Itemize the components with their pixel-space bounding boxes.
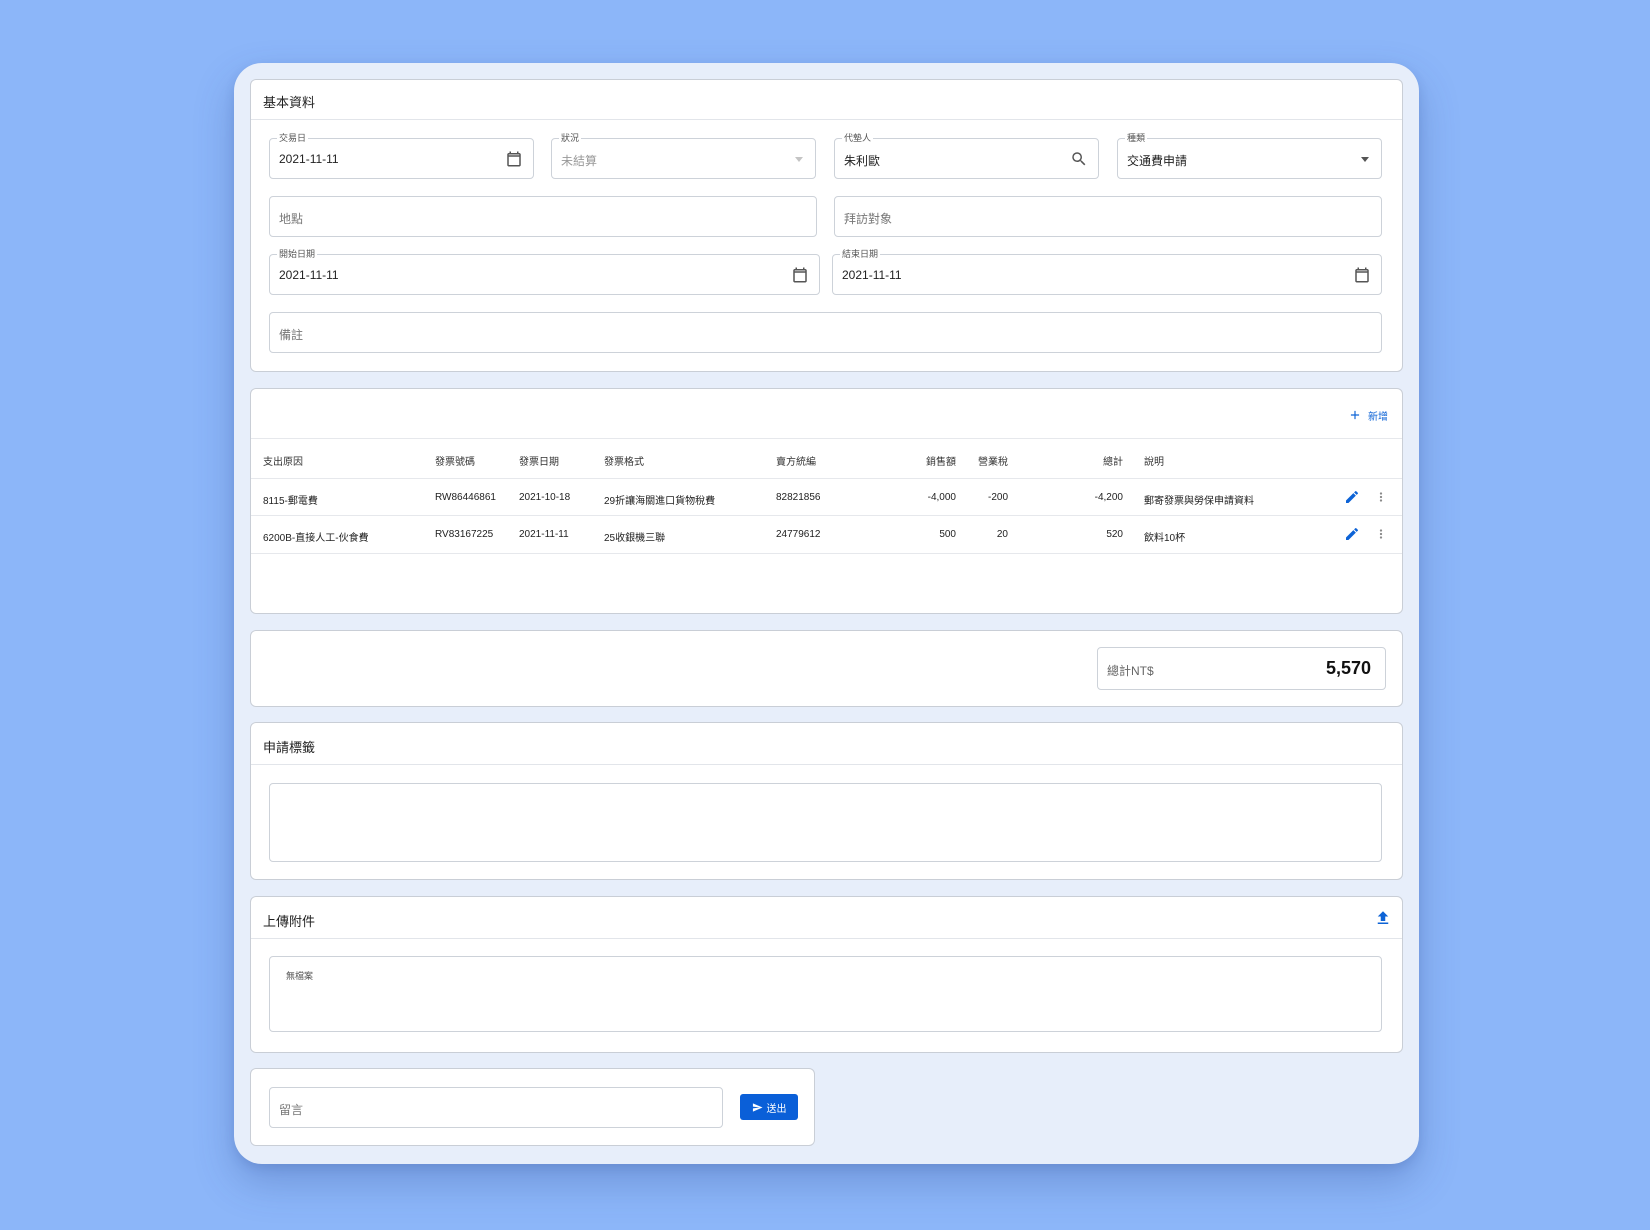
start-date-value: 2021-11-11 [279,268,339,282]
attachments-header: 上傳附件 [251,897,1402,939]
cell-invoice-no: RV83167225 [435,529,494,540]
cell-tax: -200 [987,492,1008,503]
end-date-value: 2021-11-11 [842,268,902,282]
remarks-placeholder: 備註 [279,328,304,342]
transaction-date-label: 交易日 [277,132,309,144]
no-files-text: 無檔案 [286,971,314,981]
agent-field[interactable]: 代墊人 朱利歐 [834,132,1099,179]
column-header[interactable]: 銷售額 [911,453,956,468]
end-date-label: 結束日期 [840,248,881,260]
tags-card: 申請標籤 [250,722,1403,880]
column-header[interactable]: 發票日期 [519,453,559,468]
cell-invoice-date: 2021-10-18 [519,492,571,503]
calendar-icon[interactable] [505,150,523,168]
comment-input[interactable]: 留言 [269,1087,723,1128]
add-expense-button[interactable]: 新增 [1348,405,1388,425]
end-date-field[interactable]: 結束日期 2021-11-11 [832,248,1382,295]
send-label: 送出 [766,1103,787,1115]
chevron-down-icon [1361,157,1369,162]
search-icon[interactable] [1070,150,1088,168]
category-select[interactable]: 種類 交通費申請 [1117,132,1382,179]
chevron-down-icon [795,157,803,162]
upload-icon[interactable] [1374,909,1392,927]
send-icon [752,1102,763,1112]
app-window: 基本資料 交易日 2021-11-11 狀況 未結算 代墊人 朱利歐 種類 交通… [234,63,1419,1164]
table-divider [251,515,1402,516]
total-value: 5,570 [1325,658,1371,678]
cell-format: 25收銀機三聯 [604,533,666,544]
status-select[interactable]: 狀況 未結算 [551,132,816,179]
column-header[interactable]: 發票號碼 [435,453,475,468]
table-divider [251,553,1402,554]
category-value: 交通費申請 [1127,154,1188,168]
add-expense-label: 新增 [1368,411,1388,423]
cell-format: 29折讓海關進口貨物稅費 [604,496,716,507]
visit-target-input[interactable]: 拜訪對象 [834,196,1382,237]
cell-total: -4,200 [1094,492,1123,503]
transaction-date-field[interactable]: 交易日 2021-11-11 [269,132,534,179]
column-header[interactable]: 賣方統編 [776,453,816,468]
agent-label: 代墊人 [842,132,874,144]
status-label: 狀況 [559,132,582,144]
edit-icon[interactable] [1344,526,1360,542]
column-header[interactable]: 發票格式 [604,453,644,468]
cell-note: 飲料10杯 [1144,533,1186,544]
status-value: 未結算 [561,154,598,168]
calendar-icon[interactable] [791,266,809,284]
cell-invoice-no: RW86446861 [435,492,496,503]
calendar-icon[interactable] [1353,266,1371,284]
cell-total: 520 [1106,529,1123,540]
basic-info-title: 基本資料 [263,95,316,110]
cell-tax: 20 [996,529,1008,540]
start-date-field[interactable]: 開始日期 2021-11-11 [269,248,820,295]
total-label: 總計NT$ [1107,664,1154,678]
column-header[interactable]: 支出原因 [263,453,303,468]
tags-header: 申請標籤 [251,723,1402,765]
cell-reason: 8115-郵電費 [263,496,318,507]
more-vert-icon[interactable] [1374,526,1388,542]
location-placeholder: 地點 [279,212,304,226]
comment-placeholder: 留言 [279,1103,304,1117]
visit-target-placeholder: 拜訪對象 [844,212,893,226]
attachments-dropzone[interactable]: 無檔案 [269,956,1382,1032]
total-field: 總計NT$ 5,570 [1097,647,1386,690]
agent-value: 朱利歐 [844,154,881,168]
cell-sales: 500 [939,529,956,540]
start-date-label: 開始日期 [277,248,318,260]
tags-input[interactable] [269,783,1382,862]
remarks-input[interactable]: 備註 [269,312,1382,353]
transaction-date-value: 2021-11-11 [279,152,339,166]
attachments-card: 上傳附件 無檔案 [250,896,1403,1053]
send-button[interactable]: 送出 [740,1094,798,1120]
category-label: 種類 [1125,132,1148,144]
basic-info-header: 基本資料 [251,80,1402,120]
table-divider [251,478,1402,479]
plus-icon [1350,410,1360,420]
basic-info-card: 基本資料 交易日 2021-11-11 狀況 未結算 代墊人 朱利歐 種類 交通… [250,79,1403,372]
expenses-card: 新增 支出原因 發票號碼 發票日期 發票格式 賣方統編 銷售額 營業稅 總計 說… [250,388,1403,614]
edit-icon[interactable] [1344,489,1360,505]
summary-card: 總計NT$ 5,570 [250,630,1403,707]
location-input[interactable]: 地點 [269,196,817,237]
cell-sales: -4,000 [927,492,956,503]
table-divider [251,438,1402,439]
attachments-title: 上傳附件 [263,914,316,929]
cell-seller-id: 24779612 [776,529,821,540]
column-header[interactable]: 營業稅 [963,453,1008,468]
comment-card: 留言 送出 [250,1068,815,1146]
column-header[interactable]: 說明 [1144,453,1164,468]
cell-invoice-date: 2021-11-11 [519,529,569,540]
column-header[interactable]: 總計 [1078,453,1123,468]
more-vert-icon[interactable] [1374,489,1388,505]
cell-note: 郵寄發票與勞保申請資料 [1144,496,1254,507]
cell-reason: 6200B-直接人工-伙食費 [263,533,369,544]
tags-title: 申請標籤 [263,740,316,755]
cell-seller-id: 82821856 [776,492,821,503]
